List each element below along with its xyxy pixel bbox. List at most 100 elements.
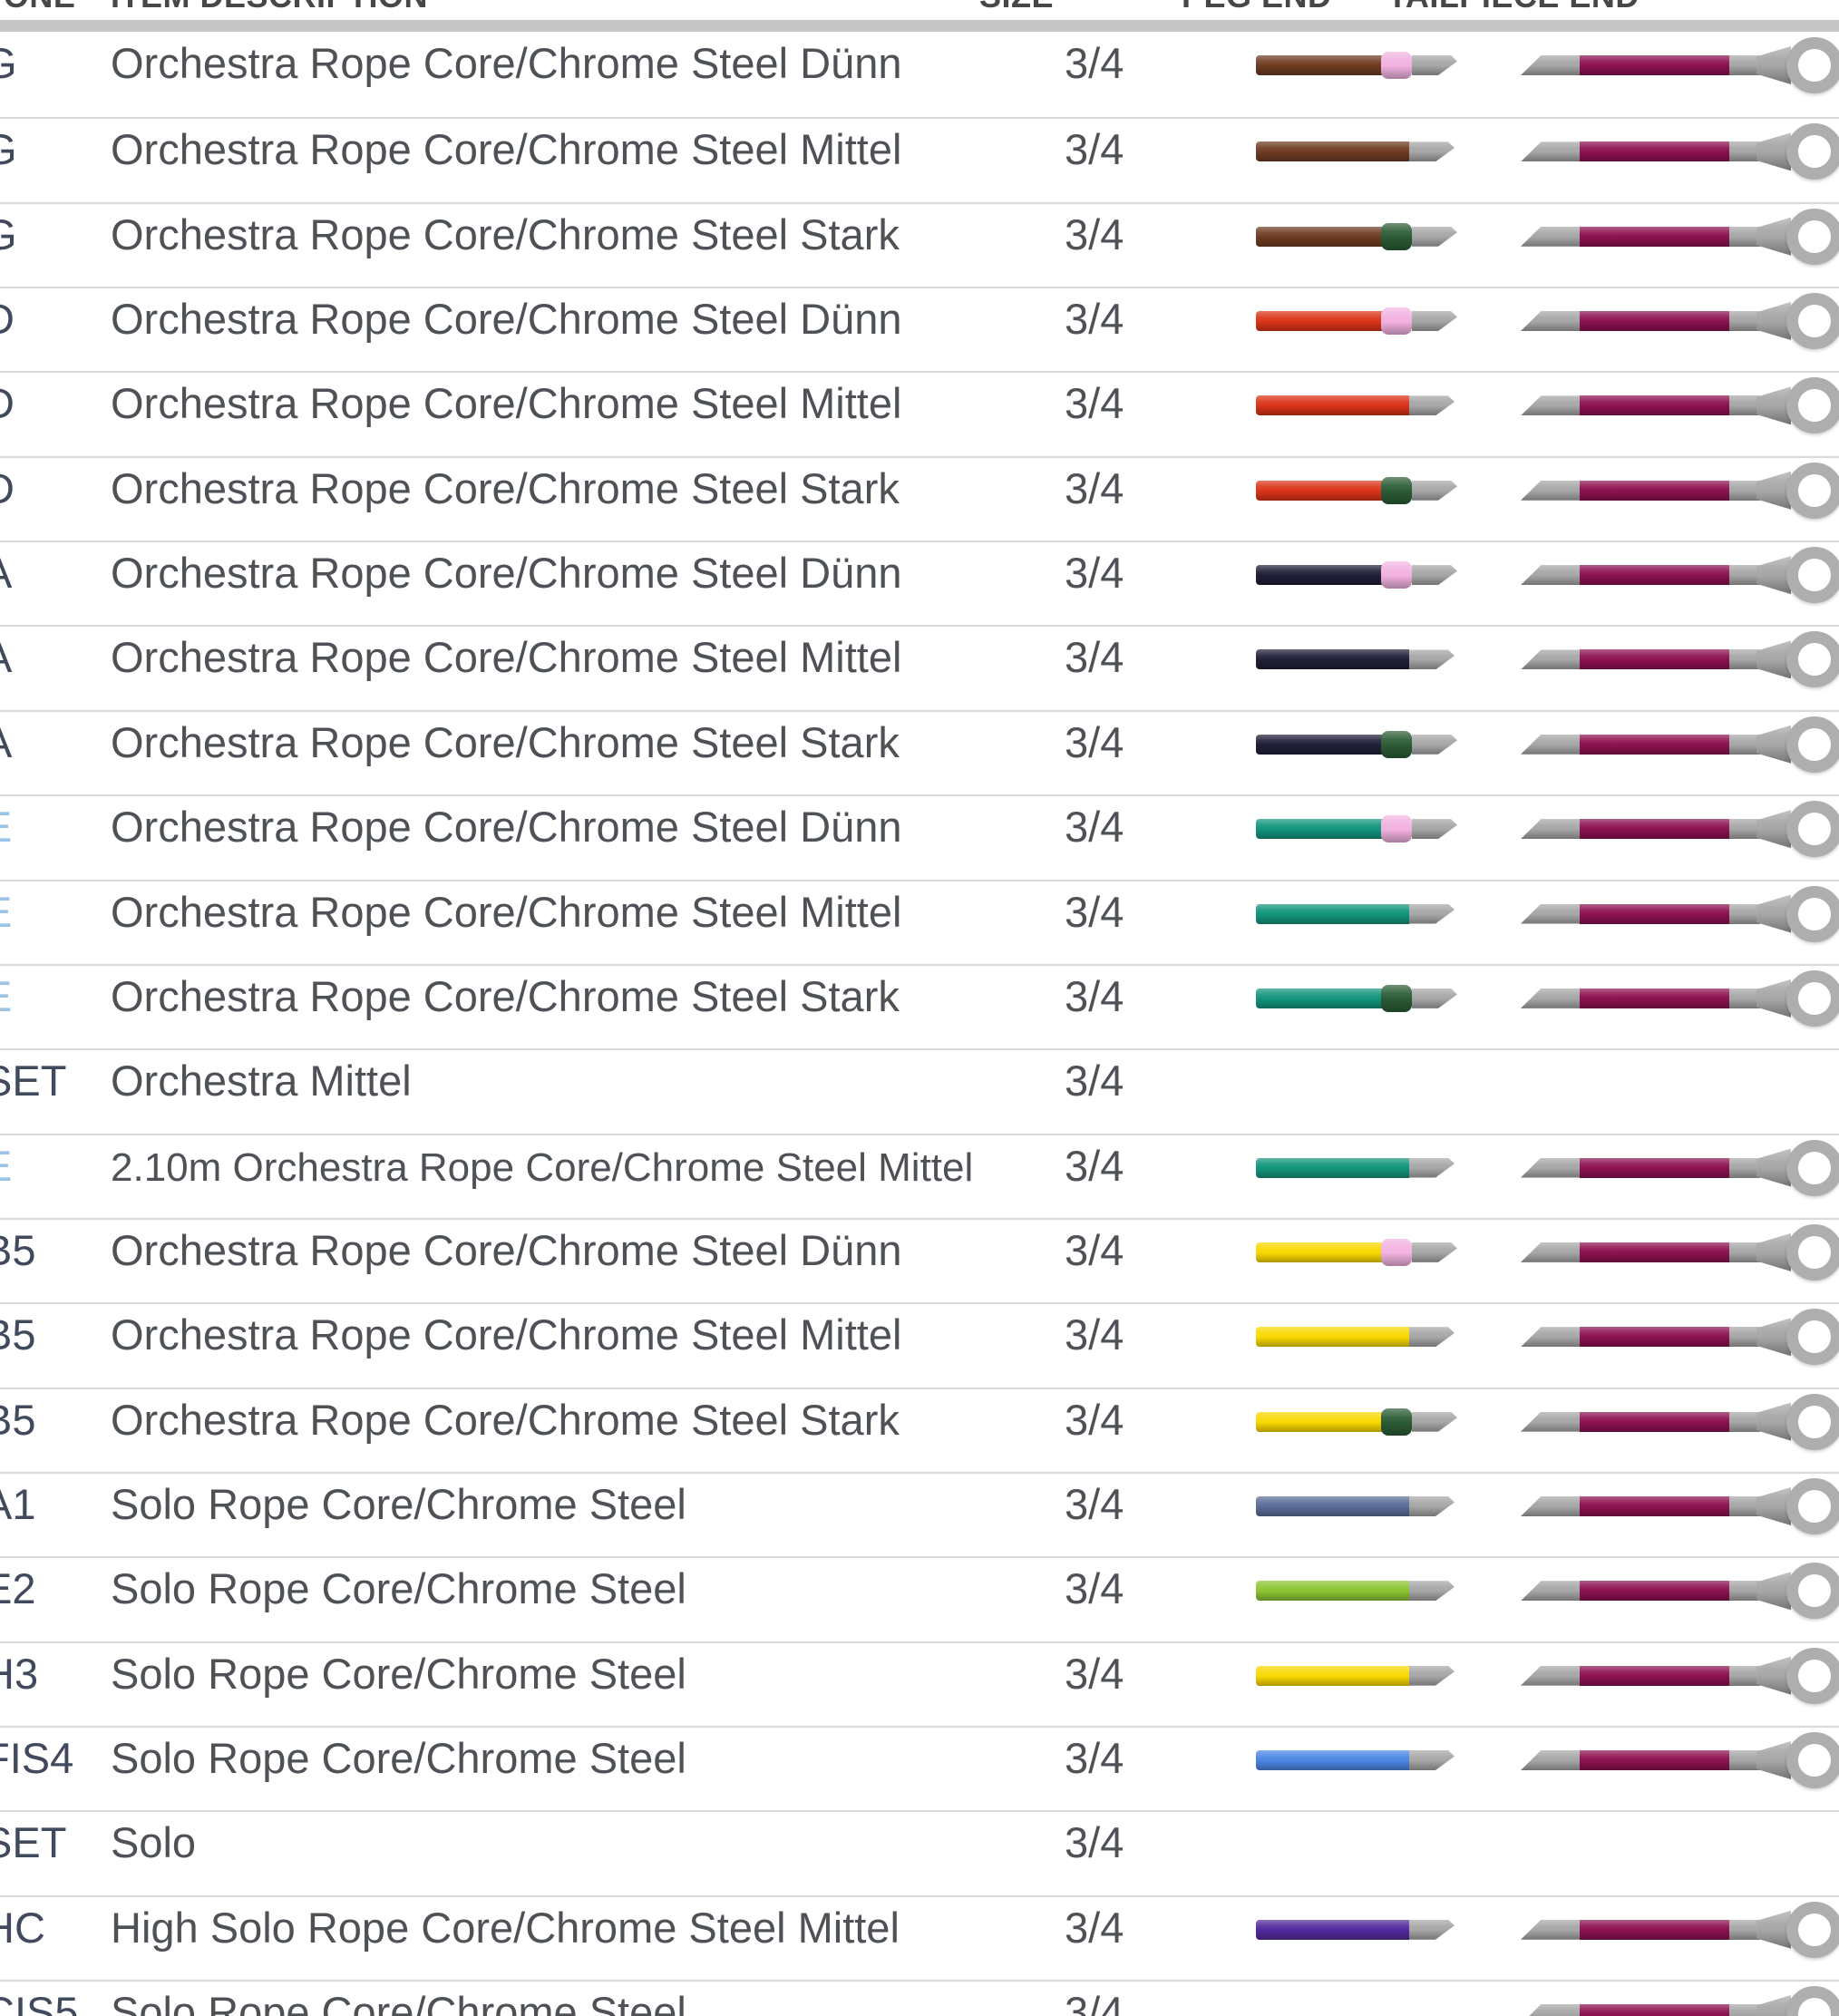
tail-metal-segment xyxy=(1729,1920,1760,1940)
peg-metal-tip-icon xyxy=(1412,227,1457,247)
item-description-link[interactable]: Orchestra Rope Core/Chrome Steel Dünn xyxy=(111,1229,902,1271)
peg-end-graphic xyxy=(1256,1897,1464,1982)
item-description-link[interactable]: Orchestra Rope Core/Chrome Steel Dünn xyxy=(111,805,902,848)
item-description-link[interactable]: Solo Rope Core/Chrome Steel xyxy=(111,1991,686,2016)
peg-end-graphic xyxy=(1256,1135,1464,1221)
peg-string-bar xyxy=(1256,227,1384,247)
item-description-link[interactable]: Orchestra Rope Core/Chrome Steel Dünn xyxy=(111,42,902,84)
item-description-link[interactable]: High Solo Rope Core/Chrome Steel Mittel xyxy=(111,1906,900,1949)
tone-label[interactable]: FIS4 xyxy=(0,1737,73,1779)
tail-metal-segment xyxy=(1729,1496,1760,1516)
gauge-band-icon xyxy=(1381,223,1412,250)
peg-string-bar xyxy=(1256,1581,1409,1601)
tone-label[interactable]: D xyxy=(0,382,15,424)
tone-label[interactable]: G xyxy=(0,128,17,170)
item-description-link[interactable]: Solo xyxy=(111,1821,196,1864)
tail-metal-segment xyxy=(1729,1242,1760,1262)
peg-end-graphic xyxy=(1256,796,1464,881)
tailpiece-end-graphic xyxy=(1521,1135,1839,1221)
peg-string-bar xyxy=(1256,1496,1409,1516)
table-row: D Orchestra Rope Core/Chrome Steel Dünn … xyxy=(0,287,1839,372)
tail-metal-tip-icon xyxy=(1521,141,1581,161)
tone-label[interactable]: G xyxy=(0,213,17,256)
tone-label[interactable]: SET xyxy=(0,1059,66,1102)
tone-label[interactable]: E xyxy=(0,805,12,848)
tone-label[interactable]: E xyxy=(0,891,12,933)
item-description-link[interactable]: Orchestra Rope Core/Chrome Steel Stark xyxy=(111,721,900,764)
peg-metal-tip-icon xyxy=(1412,481,1457,501)
item-description-link[interactable]: Orchestra Rope Core/Chrome Steel Dünn xyxy=(111,551,902,594)
tone-label[interactable]: SET xyxy=(0,1821,66,1864)
tail-color-band xyxy=(1580,1920,1730,1940)
table-row: SET Orchestra Mittel 3/4 xyxy=(0,1048,1839,1134)
tone-label[interactable]: D xyxy=(0,467,15,510)
tone-label[interactable]: B5 xyxy=(0,1229,36,1271)
item-description-link[interactable]: Orchestra Rope Core/Chrome Steel Stark xyxy=(111,467,900,510)
tail-color-band xyxy=(1580,55,1730,75)
item-description-link[interactable]: Orchestra Rope Core/Chrome Steel Stark xyxy=(111,213,900,256)
tail-color-band xyxy=(1580,481,1730,501)
tail-metal-tip-icon xyxy=(1521,311,1581,331)
peg-end-graphic xyxy=(1256,119,1464,204)
tail-metal-tip-icon xyxy=(1521,1496,1581,1516)
tone-label[interactable]: E2 xyxy=(0,1567,36,1610)
table-row: D Orchestra Rope Core/Chrome Steel Mitte… xyxy=(0,371,1839,456)
table-row: E2 Solo Rope Core/Chrome Steel 3/4 xyxy=(0,1556,1839,1641)
item-description-link[interactable]: Orchestra Rope Core/Chrome Steel Dünn xyxy=(111,297,902,340)
item-description-link[interactable]: Orchestra Rope Core/Chrome Steel Stark xyxy=(111,1398,900,1441)
peg-metal-tip-icon xyxy=(1409,1750,1455,1770)
size-value: 3/4 xyxy=(1065,42,1124,84)
tailpiece-end-graphic xyxy=(1521,1389,1839,1475)
tone-label[interactable]: HC xyxy=(0,1906,45,1949)
tailpiece-end-graphic xyxy=(1521,1897,1839,1982)
tail-loop-ring-icon xyxy=(1786,1309,1839,1365)
size-value: 3/4 xyxy=(1065,213,1124,256)
size-value: 3/4 xyxy=(1065,805,1124,848)
column-header-tailpiece: TAILPIECE END xyxy=(1387,0,1640,13)
tail-metal-segment xyxy=(1729,395,1760,415)
item-description-link[interactable]: Orchestra Rope Core/Chrome Steel Mittel xyxy=(111,636,901,678)
tail-metal-tip-icon xyxy=(1521,989,1581,1008)
tail-metal-segment xyxy=(1729,819,1760,839)
tone-label[interactable]: E xyxy=(0,975,12,1018)
tailpiece-end-graphic xyxy=(1521,1982,1839,2016)
item-description-link[interactable]: Solo Rope Core/Chrome Steel xyxy=(111,1567,686,1610)
item-description-link[interactable]: Orchestra Mittel xyxy=(111,1059,412,1102)
tailpiece-end-graphic xyxy=(1521,1474,1839,1559)
tone-label[interactable]: G xyxy=(0,42,17,84)
item-description-link[interactable]: Solo Rope Core/Chrome Steel xyxy=(111,1652,686,1695)
tail-metal-tip-icon xyxy=(1521,1920,1581,1940)
size-value: 3/4 xyxy=(1065,1313,1124,1356)
peg-string-bar xyxy=(1256,1412,1384,1432)
tail-loop-ring-icon xyxy=(1786,293,1839,349)
tone-label[interactable]: E xyxy=(0,1144,12,1187)
item-description-link[interactable]: Orchestra Rope Core/Chrome Steel Mittel xyxy=(111,891,901,933)
item-description-link[interactable]: Orchestra Rope Core/Chrome Steel Mittel xyxy=(111,1313,901,1356)
tone-label[interactable]: A xyxy=(0,636,12,678)
table-row: E 2.10m Orchestra Rope Core/Chrome Steel… xyxy=(0,1134,1839,1219)
tone-label[interactable]: B5 xyxy=(0,1313,36,1356)
peg-string-bar xyxy=(1256,819,1384,839)
tail-metal-tip-icon xyxy=(1521,735,1581,755)
tone-label[interactable]: D xyxy=(0,297,15,340)
tailpiece-end-graphic xyxy=(1521,881,1839,967)
item-description-link[interactable]: 2.10m Orchestra Rope Core/Chrome Steel M… xyxy=(111,1146,973,1189)
item-description-link[interactable]: Solo Rope Core/Chrome Steel xyxy=(111,1483,686,1525)
peg-string-bar xyxy=(1256,55,1384,75)
item-description-link[interactable]: Orchestra Rope Core/Chrome Steel Stark xyxy=(111,975,900,1018)
item-description-link[interactable]: Orchestra Rope Core/Chrome Steel Mittel xyxy=(111,382,901,424)
tone-label[interactable]: B5 xyxy=(0,1398,36,1441)
item-description-link[interactable]: Solo Rope Core/Chrome Steel xyxy=(111,1737,686,1779)
peg-string-bar xyxy=(1256,311,1384,331)
tail-metal-tip-icon xyxy=(1521,1412,1581,1432)
tone-label[interactable]: A xyxy=(0,551,12,594)
size-value: 3/4 xyxy=(1065,297,1124,340)
tone-label[interactable]: CIS5 xyxy=(0,1991,79,2016)
tone-label[interactable]: H3 xyxy=(0,1652,38,1695)
peg-metal-tip-icon xyxy=(1409,1666,1455,1686)
tail-loop-ring-icon xyxy=(1786,1394,1839,1450)
tailpiece-end-graphic xyxy=(1521,966,1839,1051)
tone-label[interactable]: A xyxy=(0,721,12,764)
item-description-link[interactable]: Orchestra Rope Core/Chrome Steel Mittel xyxy=(111,128,901,170)
tone-label[interactable]: A1 xyxy=(0,1483,36,1525)
